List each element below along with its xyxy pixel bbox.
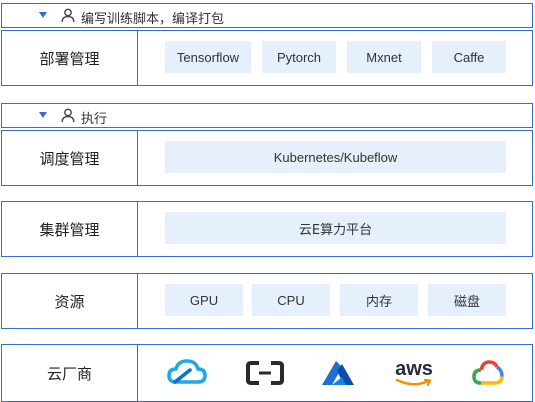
section-header-build[interactable]: 编写训练脚本，编译打包 (1, 3, 533, 28)
row-cluster-management: 集群管理 云E算力平台 (1, 201, 533, 257)
tencent-cloud-logo (164, 357, 210, 389)
person-icon (61, 8, 75, 23)
section-header-execute[interactable]: 执行 (1, 103, 533, 128)
aws-logo-text: aws (395, 357, 433, 380)
aws-logo: aws (390, 355, 438, 391)
row-label: 集群管理 (2, 202, 138, 256)
chip-kubernetes[interactable]: Kubernetes/Kubeflow (165, 141, 506, 173)
alibaba-cloud-logo (242, 357, 288, 389)
row-label: 云厂商 (2, 345, 138, 401)
person-icon (61, 108, 75, 123)
section-header-text: 执行 (81, 112, 108, 127)
chip-gpu[interactable]: GPU (165, 284, 243, 316)
row-schedule-management: 调度管理 Kubernetes/Kubeflow (1, 130, 533, 186)
chip-compute-platform[interactable]: 云E算力平台 (165, 212, 506, 244)
row-label: 资源 (2, 274, 138, 328)
row-cloud-vendors: 云厂商 aws (1, 344, 533, 402)
chip-memory[interactable]: 内存 (340, 284, 418, 316)
caret-down-icon[interactable] (39, 12, 47, 18)
chip-pytorch[interactable]: Pytorch (262, 41, 336, 73)
chip-tensorflow[interactable]: Tensorflow (165, 41, 251, 73)
google-cloud-logo (468, 357, 508, 389)
row-label: 部署管理 (2, 31, 138, 85)
azure-logo (318, 357, 358, 389)
chip-disk[interactable]: 磁盘 (428, 284, 506, 316)
caret-down-icon[interactable] (39, 112, 47, 118)
chip-mxnet[interactable]: Mxnet (347, 41, 421, 73)
row-resources: 资源 GPU CPU 内存 磁盘 (1, 273, 533, 329)
chip-caffe[interactable]: Caffe (432, 41, 506, 73)
row-label: 调度管理 (2, 131, 138, 185)
chip-cpu[interactable]: CPU (252, 284, 330, 316)
row-deploy-management: 部署管理 Tensorflow Pytorch Mxnet Caffe (1, 30, 533, 86)
section-header-text: 编写训练脚本，编译打包 (81, 12, 225, 27)
